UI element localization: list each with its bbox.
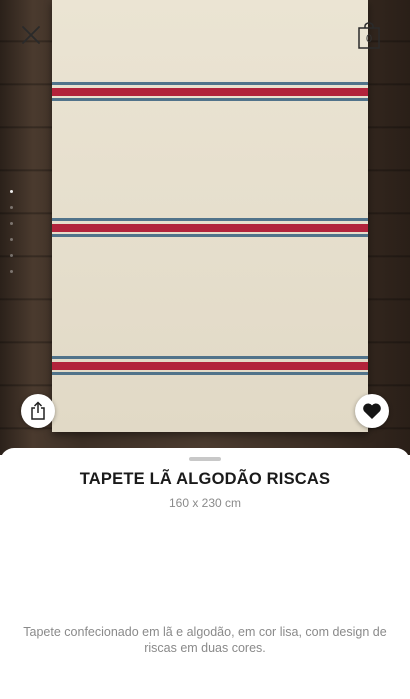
close-icon	[22, 26, 40, 44]
product-title: TAPETE LÃ ALGODÃO RISCAS	[79, 470, 331, 488]
product-details-sheet[interactable]: TAPETE LÃ ALGODÃO RISCAS 160 x 230 cm Ta…	[0, 448, 410, 699]
bag-count: 0	[365, 33, 373, 45]
gallery-dot[interactable]	[10, 254, 13, 257]
share-button[interactable]	[21, 394, 55, 428]
gallery-dot[interactable]	[10, 190, 13, 193]
shopping-bag-button[interactable]: 0	[356, 22, 382, 50]
sheet-grabber[interactable]	[189, 457, 221, 461]
rug-image	[52, 0, 368, 432]
heart-icon	[363, 403, 381, 419]
rug-stripe	[52, 356, 368, 375]
gallery-dot[interactable]	[10, 206, 13, 209]
rug-stripe	[52, 218, 368, 237]
share-icon	[31, 401, 45, 420]
rug-stripe	[52, 82, 368, 101]
product-dimensions: 160 x 230 cm	[168, 496, 242, 510]
gallery-page-indicator[interactable]	[10, 190, 16, 286]
gallery-dot[interactable]	[10, 238, 13, 241]
gallery-dot[interactable]	[10, 270, 13, 273]
close-button[interactable]	[18, 22, 44, 48]
product-description: Tapete confecionado em lã e algodão, em …	[23, 625, 387, 655]
favorite-button[interactable]	[355, 394, 389, 428]
product-image[interactable]	[0, 0, 410, 455]
gallery-dot[interactable]	[10, 222, 13, 225]
